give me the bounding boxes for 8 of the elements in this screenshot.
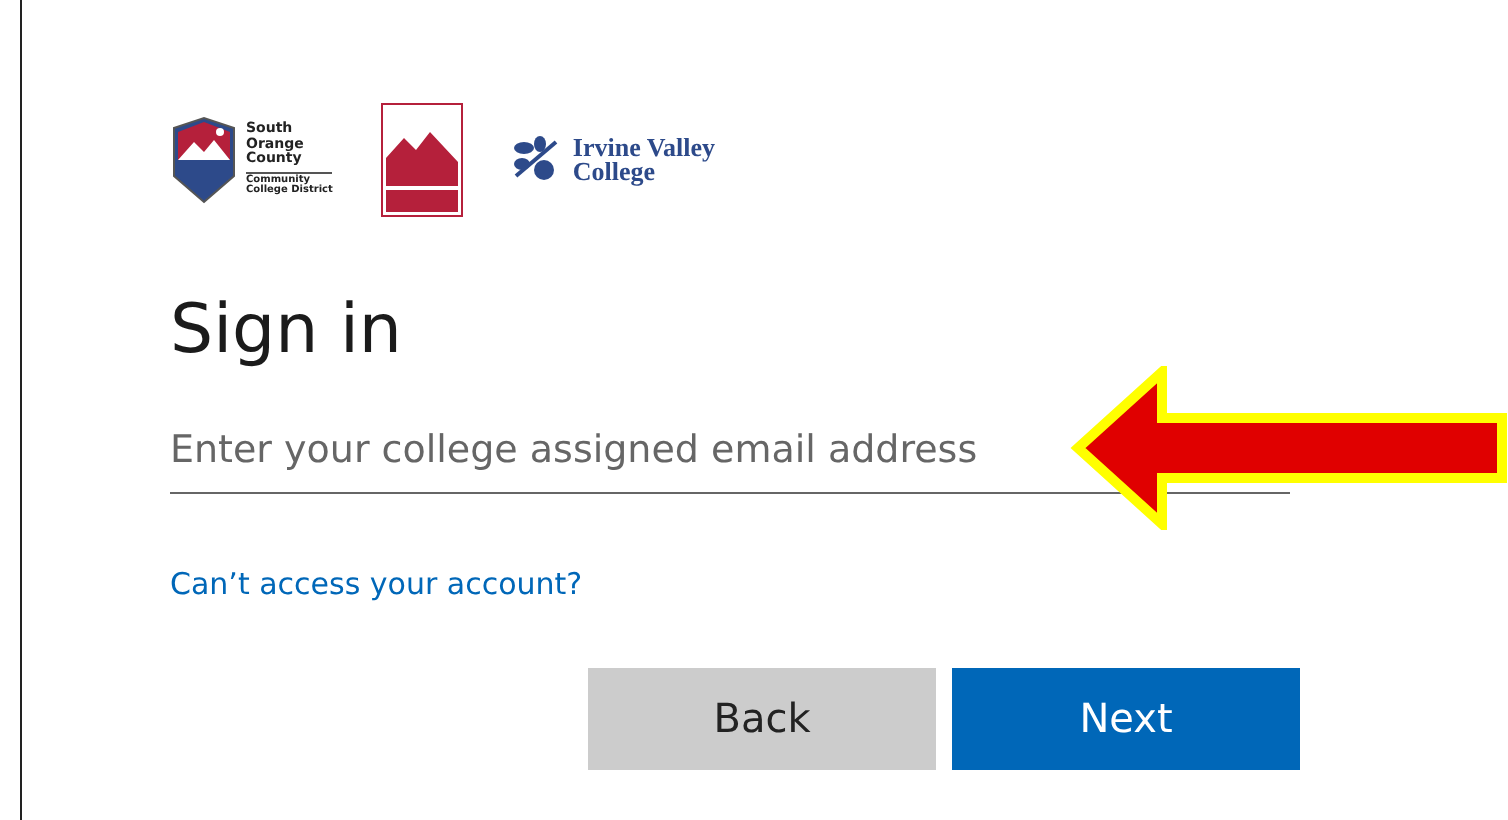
mountain-logo-icon <box>380 102 465 218</box>
account-help-link[interactable]: Can’t access your account? <box>170 561 583 606</box>
back-button[interactable]: Back <box>588 667 936 769</box>
shield-logo-icon <box>170 116 238 204</box>
college-name-text: College <box>572 160 656 185</box>
page-title: Sign in <box>170 288 404 374</box>
college-name-text: Irvine Valley <box>572 135 716 160</box>
next-button[interactable]: Next <box>952 667 1300 769</box>
